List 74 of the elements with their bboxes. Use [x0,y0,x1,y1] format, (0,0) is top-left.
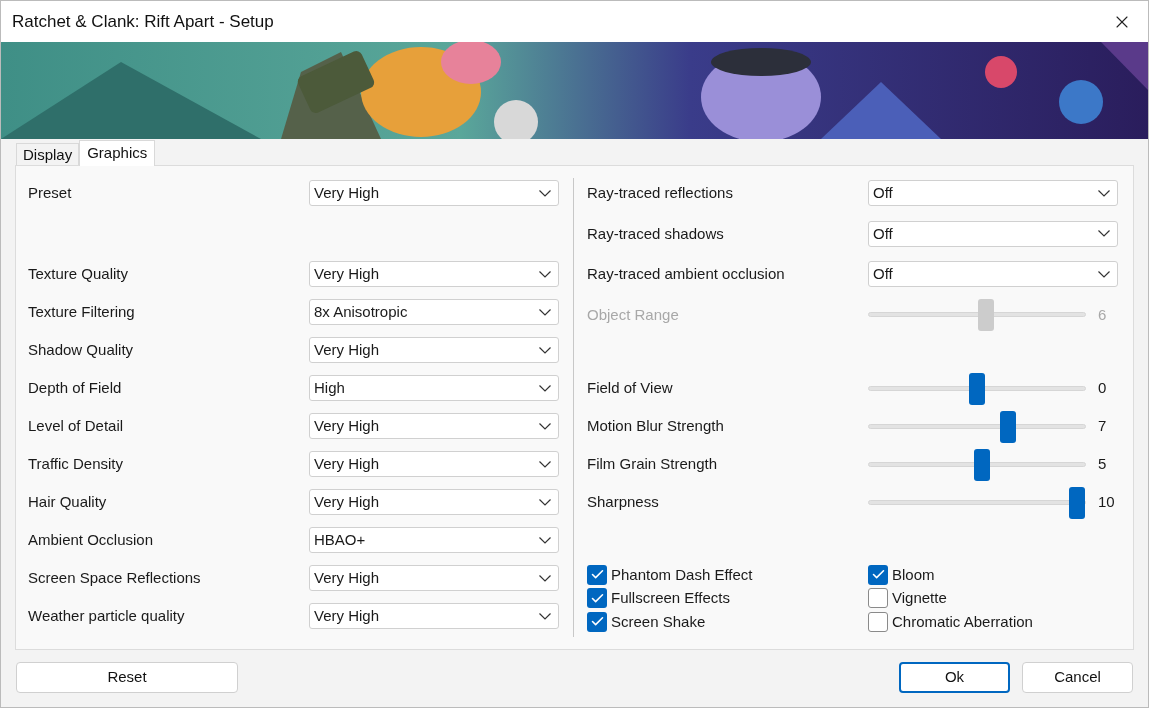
dropdown[interactable]: Off [868,220,1118,247]
setting-label: Traffic Density [28,453,125,474]
checkbox-label: Phantom Dash Effect [611,564,753,585]
chevron-down-icon [1098,230,1110,238]
reset-button[interactable]: Reset [16,662,238,693]
setting-label: Film Grain Strength [587,453,719,474]
checkbox[interactable] [868,588,888,609]
dropdown[interactable]: Off [868,180,1118,207]
chevron-down-icon [539,189,551,197]
dropdown[interactable]: Very High [309,413,559,439]
dropdown[interactable]: Off [868,261,1118,288]
setting-label: Field of View [587,377,674,398]
chevron-down-icon [1098,270,1110,278]
dropdown[interactable]: High [309,375,559,401]
chevron-down-icon [539,270,551,278]
checkbox-label: Screen Shake [611,611,706,632]
setting-label: Object Range [587,304,680,325]
slider-value: 0 [1098,377,1107,398]
slider-thumb[interactable] [969,372,985,405]
checkbox-label: Bloom [892,564,935,585]
chevron-down-icon [539,422,551,430]
setting-label: Preset [28,182,73,203]
setting-label: Texture Quality [28,263,130,284]
checkbox-label: Fullscreen Effects [611,588,730,608]
checkbox[interactable] [868,564,888,585]
checkbox-label: Chromatic Aberration [892,611,1033,632]
chevron-down-icon [539,308,551,316]
dropdown[interactable]: Very High [309,489,559,515]
slider-thumb[interactable] [974,448,990,481]
dropdown[interactable]: Very High [309,565,559,591]
checkbox-label: Vignette [892,588,947,608]
dropdown[interactable]: Very High [309,337,559,363]
chevron-down-icon [539,498,551,506]
setting-label: Weather particle quality [28,605,186,626]
dialog-button[interactable]: Ok [899,662,1010,693]
dropdown[interactable]: Very High [309,261,559,287]
setting-label: Texture Filtering [28,301,136,322]
slider-value: 10 [1098,491,1115,512]
slider-value: 6 [1098,304,1107,325]
checkbox[interactable] [587,611,607,632]
checkbox[interactable] [587,588,607,609]
slider-value: 5 [1098,453,1107,474]
slider-thumb[interactable] [1069,486,1085,519]
slider-thumb[interactable] [1000,410,1016,443]
setting-label: Motion Blur Strength [587,415,725,436]
checkbox[interactable] [868,611,888,632]
setting-label: Shadow Quality [28,339,135,360]
setting-label: Ray-traced reflections [587,183,734,203]
chevron-down-icon [1098,189,1110,197]
chevron-down-icon [539,346,551,354]
dropdown[interactable]: Very High [309,603,559,629]
tab[interactable]: Display [16,143,80,165]
dropdown[interactable]: 8x Anisotropic [309,299,559,325]
setting-label: Hair Quality [28,491,108,512]
checkbox[interactable] [587,564,607,585]
slider-value: 7 [1098,415,1107,436]
setting-label: Ray-traced ambient occlusion [587,264,786,284]
dialog-button[interactable]: Cancel [1022,662,1133,693]
dropdown[interactable]: Very High [309,180,559,206]
setting-label: Ray-traced shadows [587,223,725,244]
chevron-down-icon [539,612,551,620]
chevron-down-icon [539,574,551,582]
tab[interactable]: Graphics [79,140,156,166]
chevron-down-icon [539,384,551,392]
chevron-down-icon [539,536,551,544]
setting-label: Depth of Field [28,377,123,398]
setting-label: Ambient Occlusion [28,529,155,550]
dropdown[interactable]: Very High [309,451,559,477]
setting-label: Sharpness [587,491,660,512]
window-title: Ratchet & Clank: Rift Apart - Setup [11,10,274,33]
setting-label: Level of Detail [28,415,125,436]
chevron-down-icon [539,460,551,468]
setting-label: Screen Space Reflections [28,567,202,588]
dropdown[interactable]: HBAO+ [309,527,559,553]
